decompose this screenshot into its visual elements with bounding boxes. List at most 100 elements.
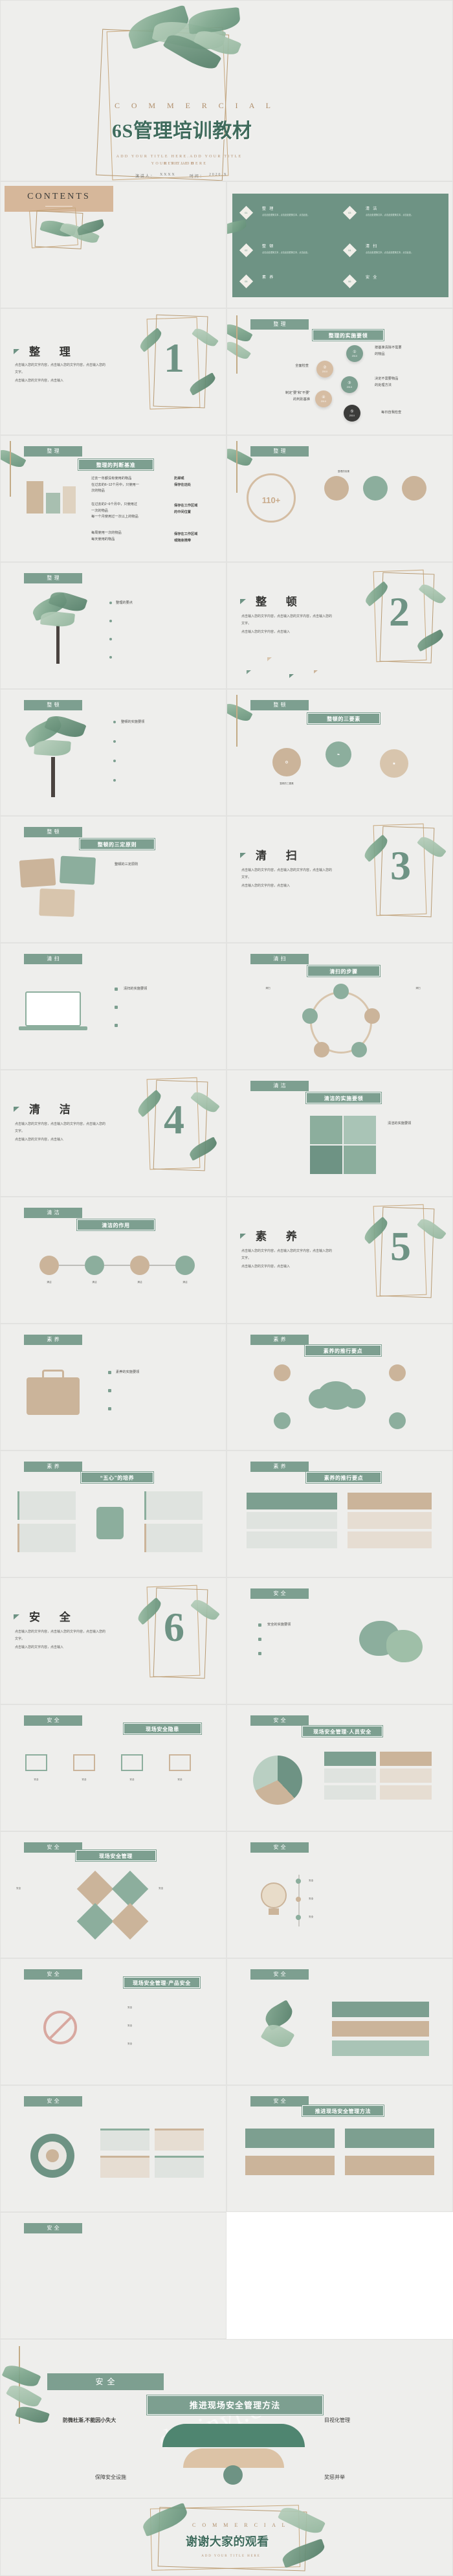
flow-label: 清洁 [47, 1281, 52, 1283]
slide-wifi-safety[interactable]: doxinyi.com 安全 推进现场安全管理方法 防微杜渐,不能因小失大 目视… [0, 2339, 453, 2498]
slide-anquan-shishi[interactable]: 安全 安全的实施要领 [226, 1577, 453, 1704]
step-pill[interactable]: ④ 201X [315, 390, 332, 407]
bar-item[interactable] [345, 2156, 434, 2175]
slide-closing[interactable]: C O M M E R C I A L 谢谢大家的观看 ADD YOUR TIT… [0, 2498, 453, 2576]
slide-suyang-shishi[interactable]: 素养 素养的实施要领 [0, 1324, 226, 1451]
slide-section-5[interactable]: 素 养 点击输入您的文字内容，点击输入您的文字内容，点击输入您的文字。 点击输入… [226, 1197, 453, 1324]
slide-anquan-tuijin-b[interactable]: 安全 [0, 2085, 226, 2212]
flow-node[interactable] [130, 1256, 149, 1275]
process-node[interactable] [314, 1042, 329, 1057]
slide-contents-right[interactable]: 01 整 理 点击此处更换文本，点击此处更换文本，点击此处。 03 清 洁 点击… [226, 181, 453, 308]
legend-row [380, 1768, 432, 1783]
slide-qingjie-zuoyong[interactable]: 清洁 清洁的作用 清洁 清洁 清洁 清洁 [0, 1197, 226, 1324]
card[interactable] [144, 1524, 203, 1552]
slide-zhengli-jizhun[interactable]: 整理 整理的判断基准 过去一年都没有使用的物品 在过去的6~12个月中，只使用一… [0, 435, 226, 562]
section-title: 安 全 [29, 1611, 79, 1623]
bar-item[interactable] [332, 2040, 429, 2056]
box-shape [27, 481, 43, 514]
tag-shape [39, 888, 75, 917]
slide-suyang-wuxin[interactable]: 素养 “五心”的培养 [0, 1451, 226, 1577]
leaf-icon [190, 1596, 220, 1623]
slide-qingsao-shishi[interactable]: 清扫 清扫的实施要领 [0, 943, 226, 1070]
step-pill[interactable]: ⑤ 201X [344, 405, 360, 422]
slide-zhengli-xiaoguo[interactable]: 整理 110+ 整理的效果 [226, 435, 453, 562]
slide-anquan-guanli[interactable]: 安全 现场安全管理 安全 安全 [0, 1831, 226, 1958]
slide-qingjie-shishi[interactable]: 清洁 清洁的实施要领 清洁的实施要领 [226, 1070, 453, 1197]
process-node[interactable] [351, 1042, 367, 1057]
slide-anquan-tuijin-c[interactable]: 安全 推进现场安全管理方法 [226, 2085, 453, 2212]
process-node[interactable] [333, 984, 349, 999]
confetti-icon [289, 674, 294, 678]
section-paragraph-2: 点击输入您的文字内容，点击输入 [241, 884, 291, 888]
diamond-cell[interactable] [76, 1870, 114, 1908]
step-text: 清扫的实施要领 [124, 987, 148, 991]
section-number: 6 [164, 1604, 184, 1650]
slide-tag: 安全 [250, 1842, 309, 1853]
satellite-node[interactable] [274, 1412, 291, 1429]
card[interactable] [17, 1491, 76, 1520]
slide-anquan-chanpin-2[interactable]: 安全 现场安全管理·产品安全 安全 安全 安全 [0, 1958, 226, 2085]
diamond-cell[interactable] [111, 1903, 149, 1940]
leaf-icon [280, 2538, 327, 2568]
process-node[interactable] [302, 1008, 318, 1024]
point-text: 安全 [127, 2042, 133, 2045]
leaf-icon [418, 581, 447, 607]
card[interactable] [155, 2156, 204, 2178]
slide-section-2[interactable]: 整 顿 点击输入您的文字内容，点击输入您的文字内容，点击输入您的文字。 点击输入… [226, 562, 453, 689]
step-pill[interactable]: ① 201X [346, 345, 363, 362]
quadrant-cell[interactable] [310, 1116, 342, 1144]
satellite-node[interactable] [389, 1364, 406, 1381]
card[interactable] [144, 1491, 203, 1520]
slide-blank[interactable]: 安全 [0, 2212, 226, 2339]
card[interactable] [100, 2156, 149, 2178]
flow-label: 清洁 [137, 1281, 142, 1283]
card[interactable] [155, 2129, 204, 2151]
slide-anquan-tuijin-a[interactable]: 安全 [226, 1958, 453, 2085]
check-icon [115, 1006, 118, 1009]
section-paragraph-2: 点击输入您的文字内容，点击输入 [15, 379, 64, 383]
quadrant-cell[interactable] [310, 1146, 342, 1174]
bar-item[interactable] [332, 2021, 429, 2037]
triangle-icon [14, 349, 19, 354]
bar-item[interactable] [245, 2129, 335, 2148]
slide-contents-left[interactable]: CONTENTS [0, 181, 226, 308]
connector [59, 1265, 85, 1266]
flow-node[interactable] [39, 1256, 59, 1275]
slide-suyang-yaodian[interactable]: 素养 素养的推行要点 [226, 1451, 453, 1577]
step-pill[interactable]: ③ 201X [341, 376, 358, 393]
process-node[interactable] [364, 1008, 380, 1024]
slide-section-3[interactable]: 清 扫 点击输入您的文字内容，点击输入您的文字内容，点击输入您的文字。 点击输入… [226, 816, 453, 943]
slide-zhengdun-shishi[interactable]: 整顿 整顿的实施要领 [0, 689, 226, 816]
slide-zhengli-shishi[interactable]: 整理 整理的实施要领 ① 201X ② 201X ③ 201X ④ 201X ⑤ 201X… [226, 308, 453, 435]
flow-node[interactable] [175, 1256, 195, 1275]
slide-anquan-yinhuan[interactable]: 安全 现场安全隐患 安全 安全 安全 安全 [0, 1704, 226, 1831]
slide-tag: 安全 [24, 1842, 82, 1853]
bar-item[interactable] [245, 2156, 335, 2175]
step-icon: ④ [322, 395, 326, 400]
bar-item[interactable] [345, 2129, 434, 2148]
satellite-node[interactable] [274, 1364, 291, 1381]
bulb-icon [261, 1882, 287, 1908]
slide-section-4[interactable]: 清 洁 点击输入您的文字内容，点击输入您的文字内容，点击输入您的文字。 点击输入… [0, 1070, 226, 1197]
quadrant-cell[interactable] [344, 1116, 376, 1144]
slide-zhengli-yaodian[interactable]: 整理 整理的要点 [0, 562, 226, 689]
card[interactable] [100, 2129, 149, 2151]
slide-zhengdun-sanyaosu[interactable]: 整顿 整顿的三要素 ⚙ ❧ ★ 整顿的三要素 [226, 689, 453, 816]
step-pill[interactable]: ② 201X [316, 361, 333, 378]
step-label-right: 每日自我检查 [381, 411, 402, 414]
slide-suyang-tuixing[interactable]: 素养 素养的推行要点 [226, 1324, 453, 1451]
card[interactable] [17, 1524, 76, 1552]
slide-zhengdun-sanding[interactable]: 整顿 整顿的三定原则 整顿的三定原则 [0, 816, 226, 943]
slide-section-6[interactable]: 安 全 点击输入您的文字内容，点击输入您的文字内容，点击输入您的文字。 点击输入… [0, 1577, 226, 1704]
slide-anquan-renyuan[interactable]: 安全 现场安全管理·人员安全 [226, 1704, 453, 1831]
slide-anquan-chanpin[interactable]: 安全 安全 安全 安全 [226, 1831, 453, 1958]
bar-item[interactable] [332, 2002, 429, 2017]
satellite-node[interactable] [389, 1412, 406, 1429]
slide-qingsao-buzhou[interactable]: 清扫 清扫的步骤 清扫 清扫 [226, 943, 453, 1070]
quadrant-cell[interactable] [344, 1146, 376, 1174]
flow-node[interactable] [85, 1256, 104, 1275]
slide-section-1[interactable]: 整 理 点击输入您的文字内容，点击输入您的文字内容，点击输入您的文字。 点击输入… [0, 308, 226, 435]
slide-cover[interactable]: C O M M E R C I A L 6S管理培训教材 ADD YOUR TI… [0, 0, 453, 181]
diamond-cell[interactable] [111, 1870, 149, 1908]
diamond-cell[interactable] [76, 1903, 114, 1940]
